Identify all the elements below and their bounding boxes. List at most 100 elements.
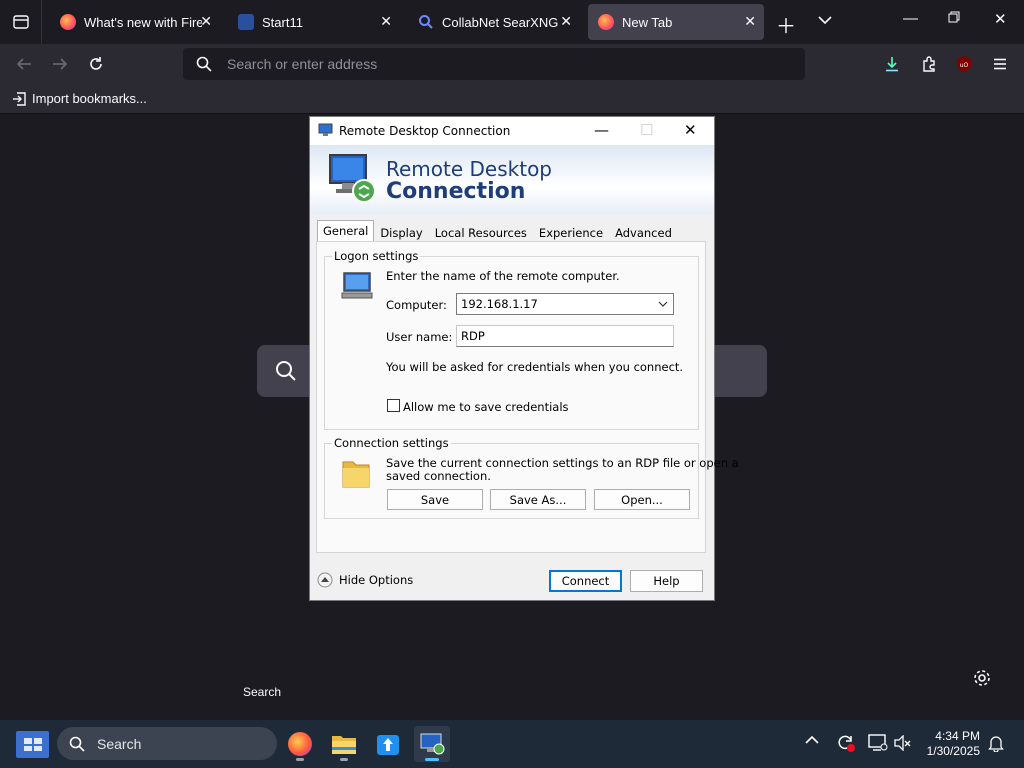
forward-arrow-icon	[53, 58, 68, 70]
dialog-tabs: General Display Local Resources Experien…	[317, 220, 678, 244]
tab-collabnet-searxng[interactable]: CollabNet SearXNG ✕	[408, 4, 580, 40]
taskbar-search[interactable]: Search	[57, 727, 277, 760]
list-all-tabs-button[interactable]	[818, 12, 832, 30]
connection-settings-group: Connection settings Save the current con…	[324, 436, 739, 519]
connect-button[interactable]: Connect	[549, 570, 622, 592]
username-value: RDP	[461, 329, 485, 343]
tab-advanced[interactable]: Advanced	[609, 222, 678, 242]
taskbar-firefox[interactable]	[282, 726, 318, 762]
network-tray-button[interactable]	[868, 734, 888, 757]
reload-button[interactable]	[84, 53, 108, 75]
downloads-button[interactable]	[880, 53, 904, 75]
tab-title: New Tab	[622, 14, 673, 30]
tab-experience[interactable]: Experience	[533, 222, 609, 242]
url-bar[interactable]	[183, 48, 805, 80]
close-icon[interactable]: ✕	[744, 13, 756, 30]
close-icon[interactable]: ✕	[560, 13, 572, 30]
running-indicator	[296, 758, 304, 761]
search-icon	[419, 15, 433, 29]
back-button[interactable]	[12, 53, 36, 75]
taskbar-store[interactable]	[370, 726, 406, 762]
taskbar-remote-desktop[interactable]	[414, 726, 450, 762]
dialog-title: Remote Desktop Connection	[339, 124, 511, 138]
import-icon	[13, 91, 26, 106]
page-settings-button[interactable]	[972, 668, 992, 693]
network-icon	[868, 734, 888, 751]
running-indicator	[340, 758, 348, 761]
extensions-button[interactable]	[917, 53, 941, 75]
search-icon	[276, 361, 296, 381]
folder-icon	[342, 461, 370, 488]
forward-button[interactable]	[48, 53, 72, 75]
chevron-up-circle-icon	[317, 572, 333, 588]
clock-date: 1/30/2025	[926, 744, 980, 758]
store-icon	[377, 735, 399, 755]
save-button[interactable]: Save	[387, 489, 483, 510]
app-menu-button[interactable]	[988, 53, 1012, 75]
bell-icon	[988, 736, 1004, 753]
volume-muted-icon	[894, 734, 911, 752]
chevron-up-icon	[805, 735, 819, 744]
search-icon	[196, 56, 212, 72]
close-icon[interactable]: ✕	[200, 13, 212, 30]
notifications-button[interactable]	[988, 734, 1004, 757]
search-icon	[69, 736, 85, 752]
minimize-button[interactable]: —	[903, 10, 918, 27]
hide-options-button[interactable]: Hide Options	[317, 572, 413, 588]
username-label: User name:	[386, 330, 453, 344]
address-input[interactable]	[227, 48, 787, 80]
dialog-close-button[interactable]: ✕	[684, 121, 697, 139]
logon-settings-group: Logon settings Enter the name of the rem…	[324, 249, 699, 430]
volume-tray-button[interactable]	[894, 734, 912, 756]
computer-combobox[interactable]: 192.168.1.17	[456, 293, 674, 315]
close-icon[interactable]: ✕	[380, 13, 392, 30]
connection-settings-title: Connection settings	[332, 436, 451, 450]
import-bookmarks-button[interactable]: Import bookmarks...	[12, 91, 147, 106]
start11-icon	[238, 14, 254, 30]
tab-display[interactable]: Display	[374, 222, 428, 242]
close-window-button[interactable]: ✕	[994, 10, 1007, 28]
reload-icon	[90, 57, 102, 70]
firefox-view-icon	[12, 15, 29, 29]
minimize-icon: —	[903, 10, 918, 27]
remote-desktop-icon	[318, 123, 333, 136]
show-hidden-icons-button[interactable]	[805, 732, 819, 750]
remote-desktop-dialog: Remote Desktop Connection — ☐ ✕ Remote D…	[309, 116, 739, 601]
tab-whats-new[interactable]: What's new with Firefo ✕	[50, 4, 220, 40]
ublock-origin-button[interactable]: uO	[952, 53, 976, 75]
start-button[interactable]	[16, 731, 49, 758]
banner-subtitle: Connection	[386, 179, 526, 204]
username-field[interactable]: RDP	[456, 325, 674, 347]
tab-local-resources[interactable]: Local Resources	[429, 222, 533, 242]
new-tab-button[interactable]: ＋	[776, 10, 796, 39]
dialog-maximize-button: ☐	[640, 121, 654, 139]
tab-new-tab[interactable]: New Tab ✕	[588, 4, 764, 40]
bookmarks-toolbar: Import bookmarks...	[0, 84, 1024, 114]
logon-settings-title: Logon settings	[332, 249, 421, 263]
puzzle-icon	[923, 56, 935, 72]
dialog-minimize-button[interactable]: —	[594, 121, 609, 139]
download-icon	[886, 57, 898, 72]
general-tab-panel: Logon settings Enter the name of the rem…	[316, 241, 739, 553]
save-credentials-label[interactable]: Allow me to save credentials	[403, 400, 569, 414]
taskbar-file-explorer[interactable]	[326, 726, 362, 762]
firefox-view-button[interactable]	[0, 0, 42, 44]
tab-title: What's new with Firefo	[84, 14, 202, 30]
gear-icon	[974, 670, 990, 686]
svg-text:uO: uO	[960, 62, 969, 69]
tab-start11[interactable]: Start11 ✕	[228, 4, 400, 40]
remote-desktop-icon	[329, 154, 376, 203]
windows-logo-icon	[24, 738, 32, 744]
clock-time: 4:34 PM	[935, 729, 980, 743]
save-credentials-checkbox[interactable]	[387, 399, 400, 412]
open-button[interactable]: Open...	[594, 489, 690, 510]
system-clock[interactable]: 4:34 PM 1/30/2025	[918, 729, 980, 759]
windows-logo-icon	[34, 738, 42, 744]
help-button[interactable]: Help	[630, 570, 703, 592]
sync-tray-button[interactable]	[836, 733, 856, 758]
restore-icon	[948, 11, 960, 23]
taskbar: Search 4:34 PM 1/30/2025	[0, 720, 1024, 768]
logon-intro-text: Enter the name of the remote computer.	[386, 269, 620, 283]
save-as-button[interactable]: Save As...	[490, 489, 586, 510]
restore-button[interactable]	[948, 10, 960, 27]
